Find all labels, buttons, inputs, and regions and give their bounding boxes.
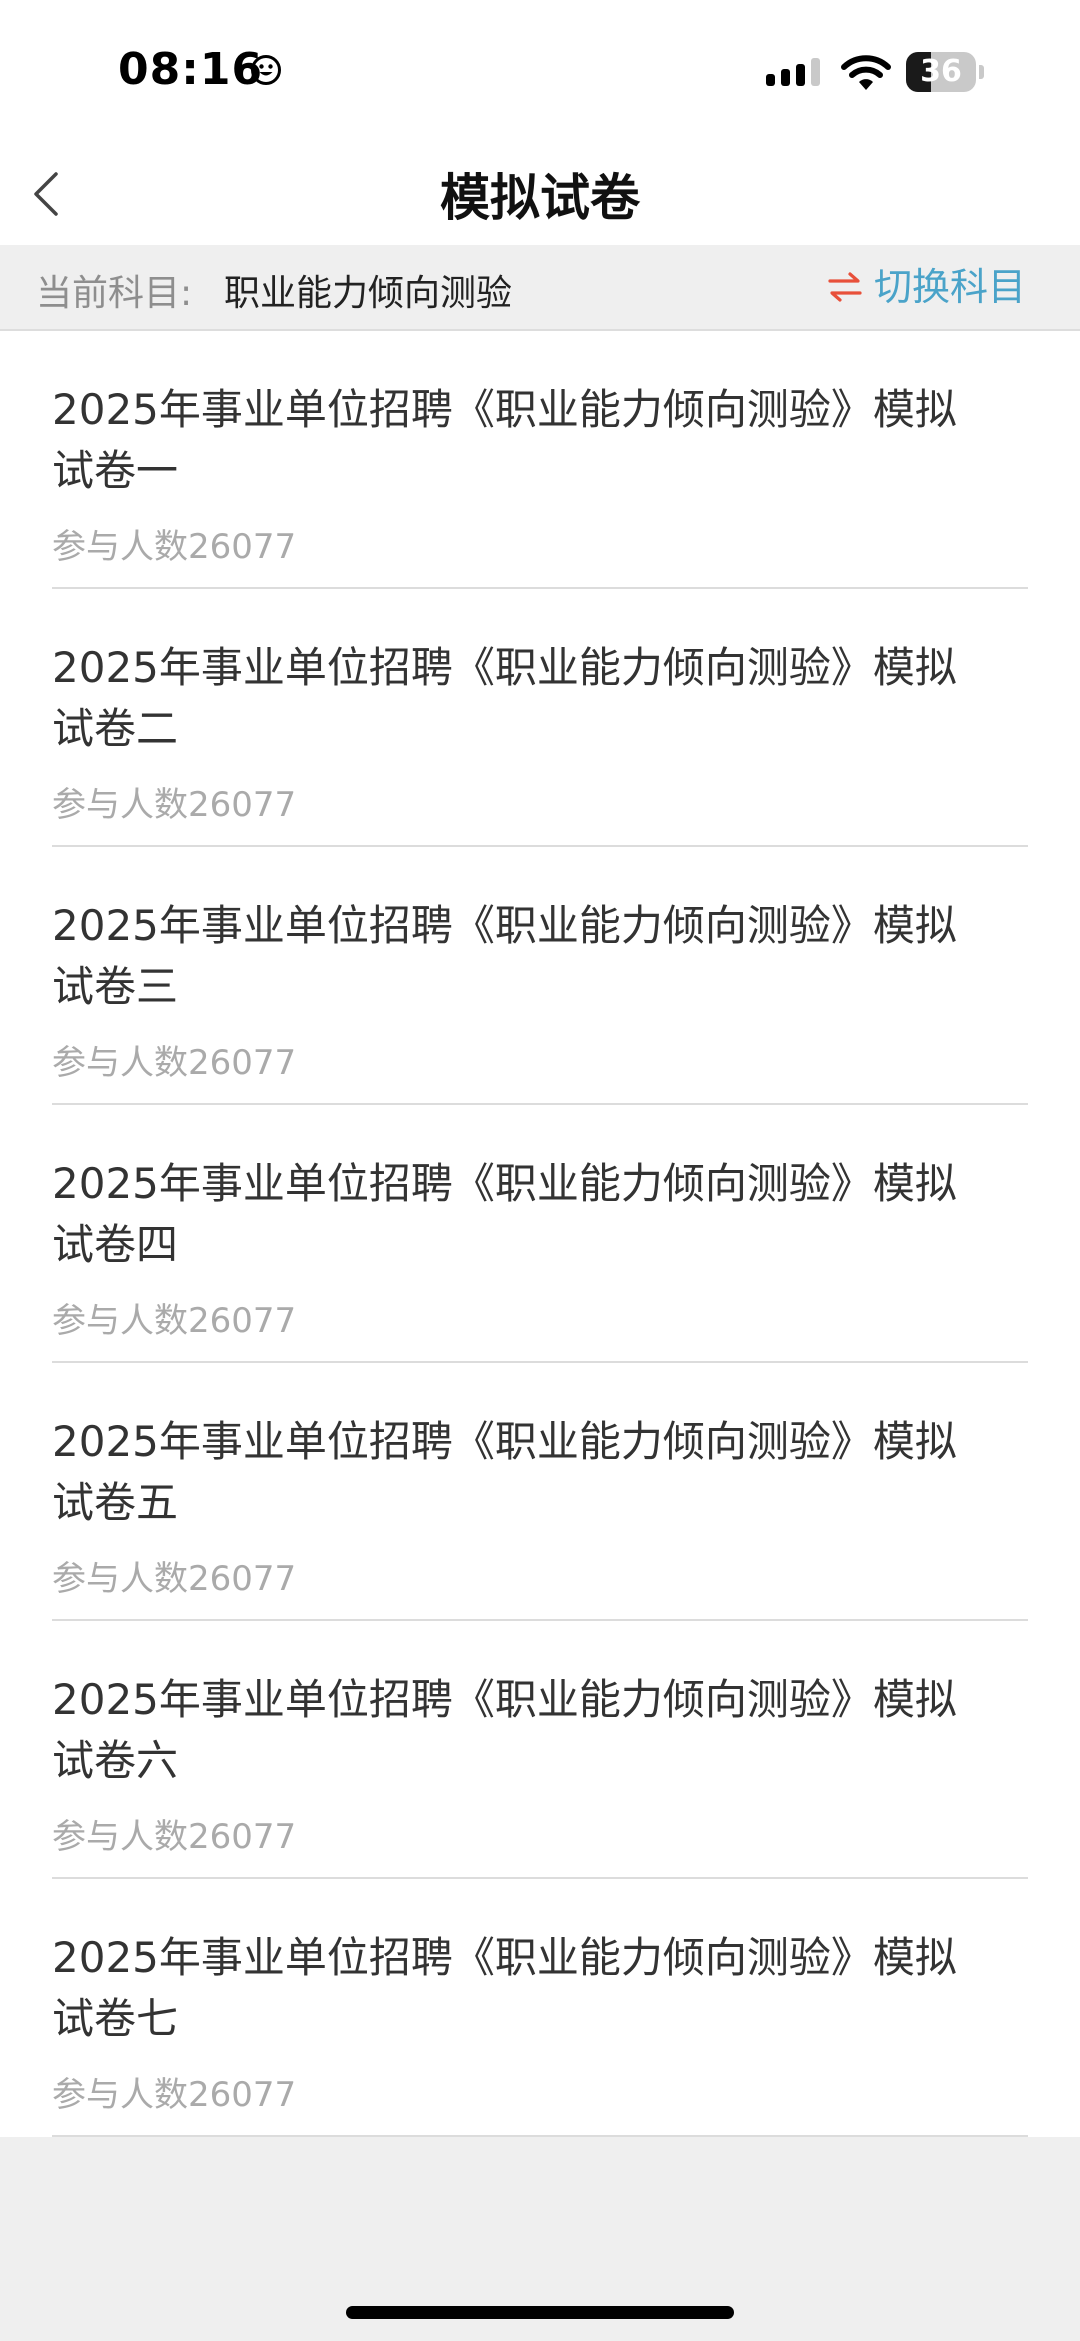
- battery-cap: [979, 65, 984, 79]
- status-bar: 08:16 36: [0, 0, 1080, 140]
- paper-title: 2025年事业单位招聘《职业能力倾向测验》模拟试卷二: [52, 643, 957, 753]
- paper-item-7[interactable]: 2025年事业单位招聘《职业能力倾向测验》模拟试卷七 参与人数26077: [52, 1879, 1028, 2137]
- paper-item-6[interactable]: 2025年事业单位招聘《职业能力倾向测验》模拟试卷六 参与人数26077: [52, 1621, 1028, 1879]
- switch-subject-button[interactable]: 切换科目: [828, 259, 1026, 315]
- paper-item-2[interactable]: 2025年事业单位招聘《职业能力倾向测验》模拟试卷二 参与人数26077: [52, 589, 1028, 847]
- status-time: 08:16: [118, 44, 264, 95]
- paper-title: 2025年事业单位招聘《职业能力倾向测验》模拟试卷七: [52, 1933, 957, 2043]
- battery-level: 36: [920, 54, 962, 89]
- switch-subject-label: 切换科目: [873, 265, 1026, 309]
- wifi-icon: [841, 55, 891, 90]
- current-subject-value: 职业能力倾向测验: [224, 273, 513, 314]
- battery-icon: 36: [906, 52, 984, 92]
- paper-list: 2025年事业单位招聘《职业能力倾向测验》模拟试卷一 参与人数26077 202…: [0, 331, 1080, 2137]
- paper-title: 2025年事业单位招聘《职业能力倾向测验》模拟试卷一: [52, 385, 957, 495]
- paper-item-5[interactable]: 2025年事业单位招聘《职业能力倾向测验》模拟试卷五 参与人数26077: [52, 1363, 1028, 1621]
- participant-count: 参与人数26077: [52, 1301, 297, 1341]
- paper-title: 2025年事业单位招聘《职业能力倾向测验》模拟试卷六: [52, 1675, 957, 1785]
- signal-icon: [766, 58, 820, 86]
- header-area: 08:16 36 模拟试卷: [0, 0, 1080, 245]
- screen: 08:16 36 模拟试卷 当前科目: 职业能力倾向测验 切换科目 2025年事…: [0, 0, 1080, 2341]
- paper-item-3[interactable]: 2025年事业单位招聘《职业能力倾向测验》模拟试卷三 参与人数26077: [52, 847, 1028, 1105]
- smiley-icon: [251, 55, 281, 85]
- participant-count: 参与人数26077: [52, 2075, 297, 2115]
- current-subject-label: 当前科目:: [36, 273, 193, 314]
- participant-count: 参与人数26077: [52, 527, 297, 567]
- battery-body: 36: [906, 52, 976, 92]
- paper-item-4[interactable]: 2025年事业单位招聘《职业能力倾向测验》模拟试卷四 参与人数26077: [52, 1105, 1028, 1363]
- swap-arrows-icon: [828, 272, 862, 302]
- navigation-bar: 模拟试卷: [0, 140, 1080, 245]
- participant-count: 参与人数26077: [52, 1043, 297, 1083]
- participant-count: 参与人数26077: [52, 1559, 297, 1599]
- home-indicator[interactable]: [346, 2306, 734, 2319]
- participant-count: 参与人数26077: [52, 785, 297, 825]
- paper-title: 2025年事业单位招聘《职业能力倾向测验》模拟试卷三: [52, 901, 957, 1011]
- paper-title: 2025年事业单位招聘《职业能力倾向测验》模拟试卷五: [52, 1417, 957, 1527]
- page-title: 模拟试卷: [440, 169, 640, 227]
- paper-title: 2025年事业单位招聘《职业能力倾向测验》模拟试卷四: [52, 1159, 957, 1269]
- current-subject-bar: 当前科目: 职业能力倾向测验 切换科目: [0, 245, 1080, 331]
- paper-item-1[interactable]: 2025年事业单位招聘《职业能力倾向测验》模拟试卷一 参与人数26077: [52, 331, 1028, 589]
- participant-count: 参与人数26077: [52, 1817, 297, 1857]
